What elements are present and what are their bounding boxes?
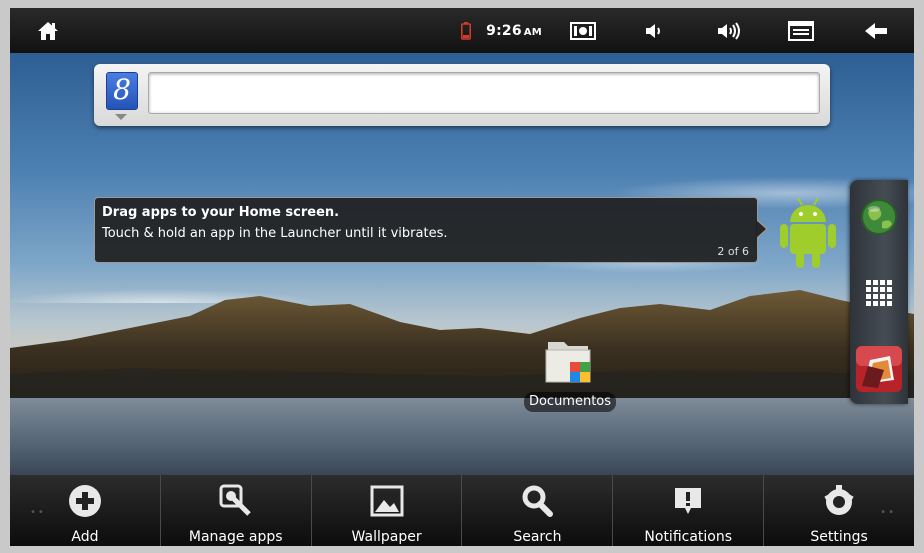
- menu-item-add[interactable]: •• Add: [10, 475, 160, 546]
- menu-label: Wallpaper: [351, 529, 422, 545]
- gallery-app-icon[interactable]: [850, 340, 908, 398]
- menu-label: Add: [71, 529, 99, 545]
- search-input[interactable]: [148, 72, 820, 114]
- screenshot-icon[interactable]: [566, 8, 600, 53]
- chevron-down-icon[interactable]: [115, 114, 127, 120]
- menu-item-notifications[interactable]: Notifications: [612, 475, 763, 546]
- settings-icon: [819, 481, 859, 521]
- battery-icon: [458, 8, 474, 53]
- status-bar: 9:26 AM: [10, 8, 914, 53]
- notifications-icon: [668, 481, 708, 521]
- home-icon[interactable]: [32, 8, 64, 53]
- wallpaper-lake: [10, 398, 914, 475]
- menu-label: Manage apps: [188, 529, 283, 545]
- search-widget: 8: [94, 64, 830, 126]
- volume-down-icon[interactable]: [640, 8, 670, 53]
- android-robot-icon: [780, 197, 836, 268]
- clock-ampm: AM: [523, 26, 542, 38]
- search-icon: [517, 481, 557, 521]
- menu-item-settings[interactable]: Settings ••: [763, 475, 914, 546]
- menu-item-search[interactable]: Search: [461, 475, 612, 546]
- tooltip-body: Touch & hold an app in the Launcher unti…: [102, 226, 448, 241]
- documentos-shortcut-label[interactable]: Documentos: [524, 392, 616, 412]
- device-screen: 9:26 AM 8 Drag apps to your Home screen. …: [10, 8, 914, 546]
- tooltip-arrow: [756, 219, 768, 239]
- options-menu: •• Add Manage apps Wallpaper Search Noti…: [10, 475, 914, 546]
- tooltip-title: Drag apps to your Home screen.: [102, 205, 340, 220]
- google-search-button[interactable]: 8: [106, 72, 138, 110]
- scroll-indicator-dots: ••: [30, 507, 46, 518]
- wallpaper-icon: [367, 481, 407, 521]
- scroll-indicator-dots: ••: [880, 507, 896, 518]
- manage-apps-icon: [216, 481, 256, 521]
- wallpaper-hills: [10, 290, 914, 408]
- browser-globe-icon[interactable]: [850, 188, 908, 246]
- clock: 9:26 AM: [484, 8, 544, 53]
- volume-up-icon[interactable]: [712, 8, 748, 53]
- menu-item-wallpaper[interactable]: Wallpaper: [310, 475, 462, 546]
- menu-icon[interactable]: [784, 8, 818, 53]
- add-icon: [65, 481, 105, 521]
- launcher-dock: [850, 180, 908, 404]
- documentos-folder-icon[interactable]: [544, 336, 596, 386]
- back-icon[interactable]: [858, 8, 894, 53]
- clock-time: 9:26: [486, 22, 522, 39]
- menu-item-manage-apps[interactable]: Manage apps: [159, 475, 311, 546]
- menu-label: Notifications: [644, 529, 733, 545]
- tooltip-counter: 2 of 6: [717, 245, 749, 258]
- menu-label: Search: [513, 529, 562, 545]
- tutorial-tooltip[interactable]: Drag apps to your Home screen. Touch & h…: [94, 197, 758, 263]
- menu-label: Settings: [810, 529, 868, 545]
- app-launcher-grid-icon[interactable]: [850, 264, 908, 322]
